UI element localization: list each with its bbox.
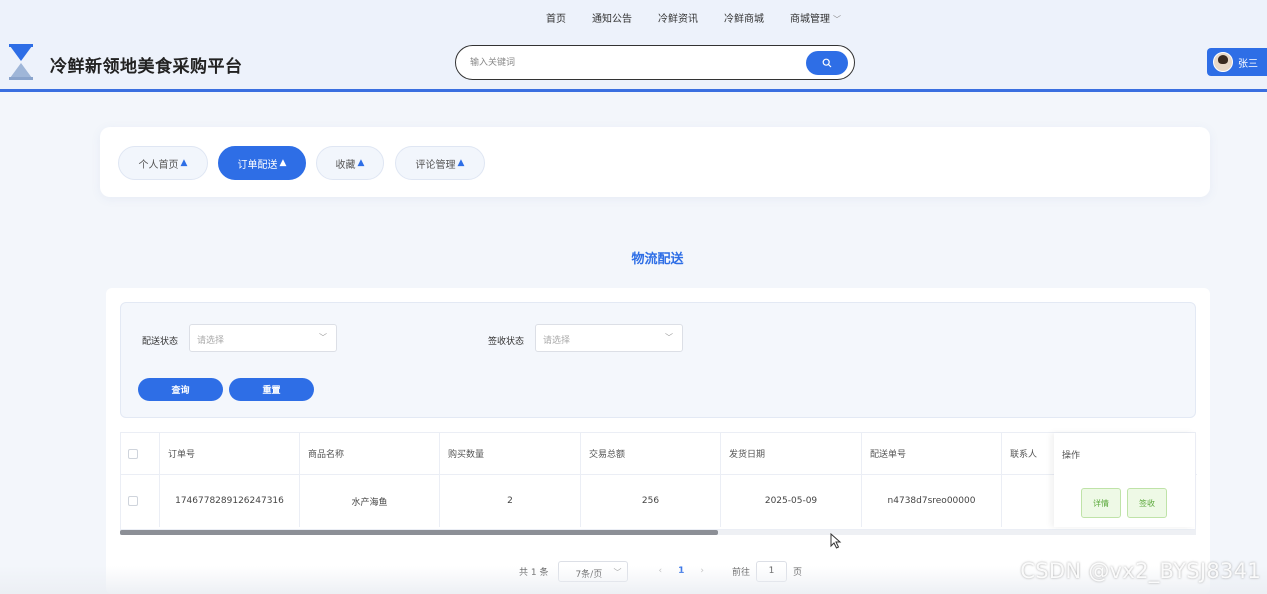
search-box bbox=[455, 45, 855, 80]
nav-notices[interactable]: 通知公告 bbox=[592, 10, 632, 25]
page-number-current[interactable]: 1 bbox=[678, 566, 684, 576]
bag-icon: ▲ bbox=[457, 158, 465, 168]
header: 首页 通知公告 冷鲜资讯 冷鲜商城 商城管理﹀ 冷鲜新领地美食采购平台 张三 bbox=[0, 0, 1267, 92]
page-size-select[interactable]: 7条/页 ﹀ bbox=[558, 560, 629, 582]
site-title: 冷鲜新领地美食采购平台 bbox=[50, 57, 243, 77]
search-input[interactable] bbox=[470, 54, 790, 72]
delivery-panel: 配送状态 请选择 ﹀ 签收状态 请选择 ﹀ 查询 重置 订单号 商品名称 购买数… bbox=[106, 288, 1210, 594]
receipt-status-label: 签收状态 bbox=[488, 337, 525, 347]
table-header: 订单号 商品名称 购买数量 交易总额 发货日期 配送单号 联系人 bbox=[121, 433, 1197, 475]
row-checkbox[interactable] bbox=[128, 496, 138, 506]
select-all-checkbox[interactable] bbox=[128, 448, 138, 459]
cell-product-name: 水产海鱼 bbox=[300, 475, 440, 527]
goto-prefix: 前往 bbox=[731, 567, 750, 578]
goto-page-input[interactable] bbox=[755, 560, 787, 582]
select-placeholder: 请选择 bbox=[197, 336, 225, 346]
col-total: 交易总额 bbox=[581, 433, 721, 474]
bag-icon: ▲ bbox=[180, 158, 188, 168]
reset-button[interactable]: 重置 bbox=[229, 378, 314, 401]
section-title: 物流配送 bbox=[631, 252, 684, 267]
bag-icon: ▲ bbox=[357, 158, 365, 168]
tab-personal-home[interactable]: 个人首页 ▲ bbox=[118, 146, 208, 180]
delivery-status-select[interactable]: 请选择 ﹀ bbox=[189, 324, 337, 352]
col-contact: 联系人 bbox=[1002, 433, 1056, 474]
nav-home[interactable]: 首页 bbox=[546, 10, 566, 25]
watermark: CSDN @vx2_BYSJ8341 bbox=[1020, 559, 1261, 583]
col-ship-date: 发货日期 bbox=[721, 433, 862, 474]
profile-tabs-card: 个人首页 ▲ 订单配送 ▲ 收藏 ▲ 评论管理 ▲ bbox=[100, 127, 1210, 197]
tab-label: 评论管理 bbox=[415, 159, 456, 171]
detail-button[interactable]: 详情 bbox=[1081, 488, 1121, 518]
scrollbar-thumb[interactable] bbox=[120, 530, 718, 535]
tab-order-delivery[interactable]: 订单配送 ▲ bbox=[218, 146, 306, 180]
search-button[interactable] bbox=[806, 51, 848, 75]
cell-contact bbox=[1002, 475, 1056, 527]
cell-total: 256 bbox=[581, 475, 721, 527]
tab-label: 个人首页 bbox=[138, 159, 179, 171]
table-row: 1746778289126247316 水产海鱼 2 256 2025-05-0… bbox=[121, 475, 1197, 527]
avatar bbox=[1213, 52, 1233, 72]
page-size-value: 7条/页 bbox=[575, 569, 603, 580]
tab-label: 收藏 bbox=[335, 159, 356, 171]
nav-news[interactable]: 冷鲜资讯 bbox=[658, 10, 698, 25]
table-horizontal-scrollbar[interactable] bbox=[120, 530, 1196, 535]
user-menu[interactable]: 张三 bbox=[1207, 48, 1267, 76]
select-placeholder: 请选择 bbox=[543, 336, 571, 346]
bag-icon: ▲ bbox=[279, 158, 287, 168]
ops-column: 操作 详情 签收 bbox=[1054, 433, 1195, 527]
col-quantity: 购买数量 bbox=[440, 433, 581, 474]
goto-suffix: 页 bbox=[792, 567, 802, 578]
pagination: 共 1 条 7条/页 ﹀ ‹ 1 › 前往 页 bbox=[519, 560, 802, 582]
row-checkbox-cell bbox=[121, 475, 160, 527]
search-icon bbox=[822, 58, 832, 68]
top-nav: 首页 通知公告 冷鲜资讯 冷鲜商城 商城管理 ﹀ bbox=[0, 10, 1267, 25]
chevron-down-icon: ﹀ bbox=[665, 333, 673, 342]
hourglass-logo-icon bbox=[9, 44, 33, 80]
cell-quantity: 2 bbox=[440, 475, 581, 527]
chevron-down-icon: ﹀ bbox=[833, 15, 841, 24]
col-ops: 操作 bbox=[1062, 451, 1081, 461]
nav-mall-manage[interactable]: 商城管理 ﹀ bbox=[790, 10, 841, 25]
prev-page-icon[interactable]: ‹ bbox=[658, 566, 662, 576]
cell-ship-date: 2025-05-09 bbox=[721, 475, 862, 527]
tab-label: 订单配送 bbox=[237, 159, 278, 171]
tab-review-manage[interactable]: 评论管理 ▲ bbox=[395, 146, 485, 180]
col-product-name: 商品名称 bbox=[300, 433, 440, 474]
nav-mall[interactable]: 冷鲜商城 bbox=[724, 10, 764, 25]
sign-button[interactable]: 签收 bbox=[1127, 488, 1167, 518]
query-button[interactable]: 查询 bbox=[138, 378, 223, 401]
user-name: 张三 bbox=[1238, 58, 1258, 70]
tab-favorites[interactable]: 收藏 ▲ bbox=[316, 146, 384, 180]
cell-order-no: 1746778289126247316 bbox=[160, 475, 300, 527]
pagination-total: 共 1 条 bbox=[519, 567, 549, 578]
delivery-table: 订单号 商品名称 购买数量 交易总额 发货日期 配送单号 联系人 1746778… bbox=[120, 432, 1197, 530]
chevron-down-icon: ﹀ bbox=[319, 333, 327, 342]
col-tracking-no: 配送单号 bbox=[862, 433, 1002, 474]
cell-tracking-no: n4738d7sreo00000 bbox=[862, 475, 1002, 527]
next-page-icon[interactable]: › bbox=[700, 566, 704, 576]
nav-mall-manage-label: 商城管理 bbox=[790, 14, 830, 25]
receipt-status-select[interactable]: 请选择 ﹀ bbox=[535, 324, 683, 352]
header-checkbox-cell bbox=[121, 433, 160, 474]
chevron-down-icon: ﹀ bbox=[613, 567, 622, 577]
delivery-status-label: 配送状态 bbox=[142, 337, 179, 347]
col-order-no: 订单号 bbox=[160, 433, 300, 474]
mouse-cursor-icon bbox=[830, 533, 842, 549]
filter-box: 配送状态 请选择 ﹀ 签收状态 请选择 ﹀ 查询 重置 bbox=[120, 302, 1196, 418]
